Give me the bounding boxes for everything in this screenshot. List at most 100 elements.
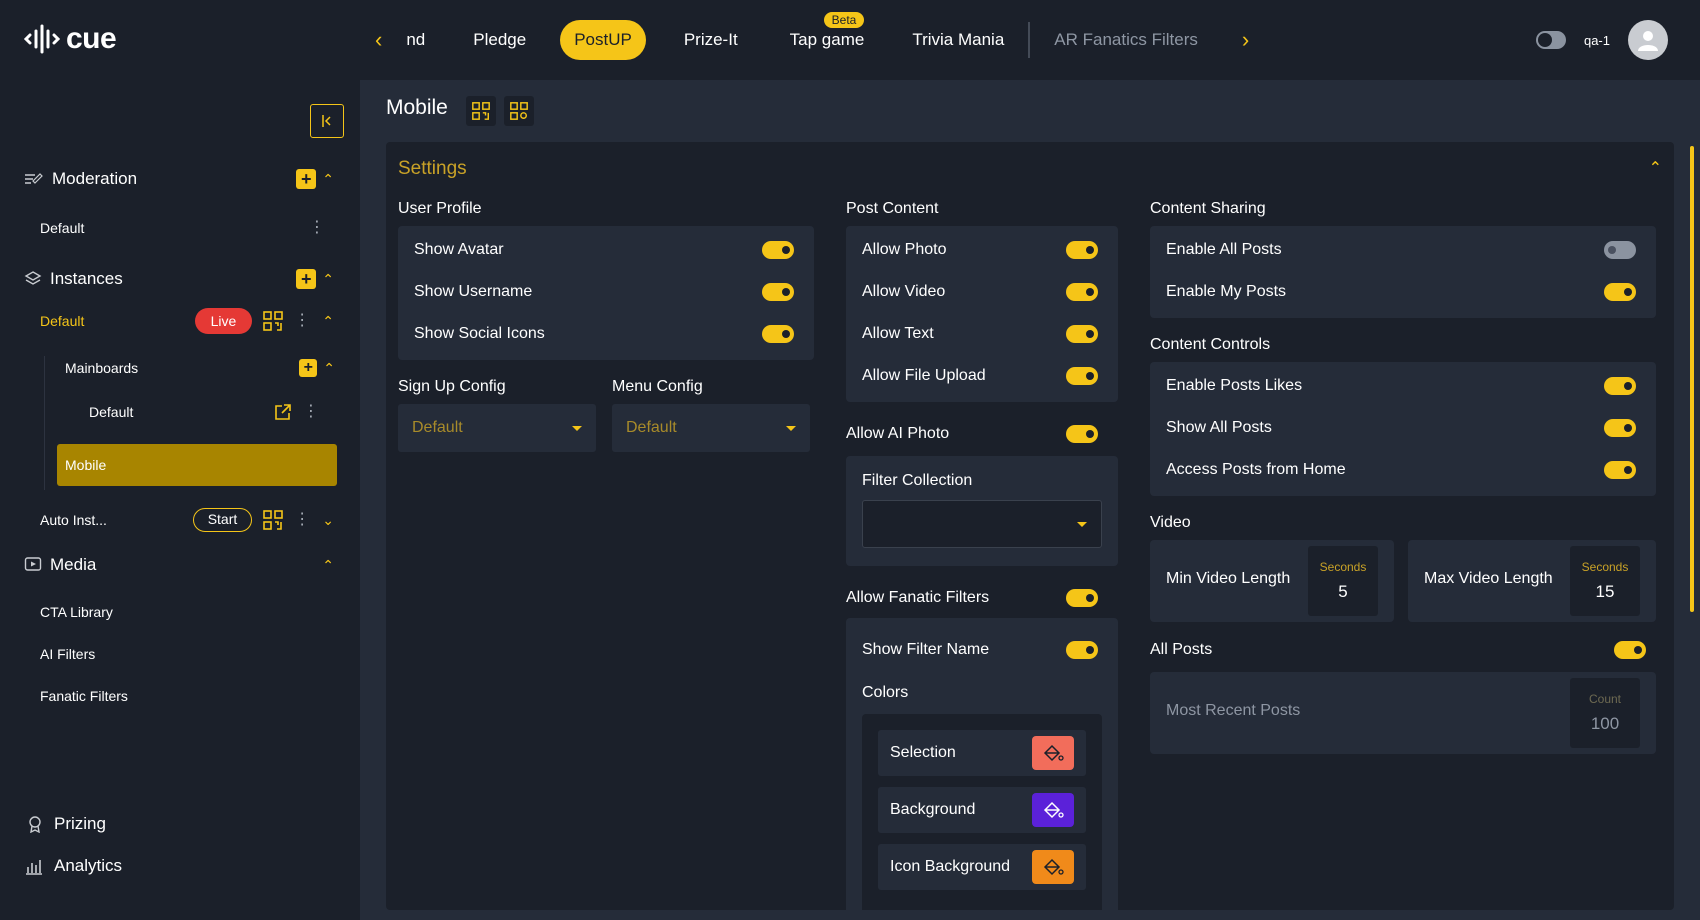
background-color-swatch[interactable] — [1032, 793, 1074, 827]
tab-nd[interactable]: nd — [392, 20, 439, 60]
tab-ar-fanatics-filters[interactable]: AR Fanatics Filters — [1040, 20, 1212, 60]
menu-config-select[interactable]: Default — [612, 404, 810, 452]
qr-code-icon[interactable] — [262, 509, 284, 531]
scrollbar[interactable] — [1690, 146, 1694, 612]
allow-photo-row: Allow Photo — [862, 238, 1098, 262]
external-link-icon[interactable] — [273, 402, 293, 422]
logo[interactable]: cue — [24, 22, 117, 56]
most-recent-posts-input[interactable]: Count 100 — [1570, 678, 1640, 748]
enable-my-posts-row: Enable My Posts — [1166, 280, 1636, 304]
sidebar-item-ai-filters[interactable]: AI Filters — [40, 646, 95, 662]
filter-collection-select[interactable] — [862, 500, 1102, 548]
user-profile-label: User Profile — [398, 200, 482, 217]
tab-pledge[interactable]: Pledge — [459, 20, 540, 60]
show-all-posts-label: Show All Posts — [1166, 419, 1272, 436]
main-content: Mobile Settings ⌃ User Profile Show Avat… — [360, 80, 1700, 920]
chevron-up-icon[interactable]: ⌃ — [322, 313, 334, 330]
show-avatar-toggle[interactable] — [762, 241, 794, 259]
all-posts-row: All Posts — [1150, 638, 1656, 662]
allow-text-toggle[interactable] — [1066, 325, 1098, 343]
sidebar-item-instances[interactable]: Instances + ⌃ — [24, 269, 334, 289]
theme-toggle-icon[interactable] — [1535, 31, 1566, 49]
sidebar-item-mainboard-default[interactable]: Default ⋮ — [89, 402, 319, 422]
qr-code-icon[interactable] — [262, 310, 284, 332]
tab-tap-game-label: Tap game — [789, 30, 865, 49]
colors-label: Colors — [862, 684, 909, 701]
collapse-sidebar-button[interactable] — [310, 104, 344, 138]
sidebar-item-cta-library[interactable]: CTA Library — [40, 604, 113, 620]
chevron-up-icon[interactable]: ⌃ — [322, 171, 334, 188]
count-unit: Count — [1588, 692, 1622, 706]
sidebar-item-moderation[interactable]: Moderation + ⌃ — [24, 169, 334, 189]
color-icon-background-label: Icon Background — [890, 858, 1011, 875]
access-posts-from-home-toggle[interactable] — [1604, 461, 1636, 479]
show-username-toggle[interactable] — [762, 283, 794, 301]
tabs-prev-icon[interactable]: ‹ — [365, 20, 392, 60]
chevron-up-icon[interactable]: ⌃ — [1649, 158, 1662, 178]
tab-prize-it[interactable]: Prize-It — [670, 20, 752, 60]
chevron-up-icon[interactable]: ⌃ — [323, 360, 335, 377]
max-video-length-input[interactable]: Seconds 15 — [1570, 546, 1640, 616]
sidebar-item-auto-instance[interactable]: Auto Inst... Start ⋮ ⌄ — [40, 508, 334, 532]
enable-all-posts-toggle[interactable] — [1604, 241, 1636, 259]
caret-down-icon — [1077, 521, 1087, 527]
selection-color-swatch[interactable] — [1032, 736, 1074, 770]
tab-trivia-mania[interactable]: Trivia Mania — [898, 20, 1018, 60]
more-vertical-icon[interactable]: ⋮ — [294, 313, 310, 329]
sidebar-item-analytics[interactable]: Analytics — [24, 856, 122, 876]
tree-line — [44, 356, 45, 490]
sidebar-item-mainboards[interactable]: Mainboards + ⌃ — [65, 359, 335, 377]
menu-config-value: Default — [626, 419, 677, 436]
show-filter-name-toggle[interactable] — [1066, 641, 1098, 659]
min-video-length-input[interactable]: Seconds 5 — [1308, 546, 1378, 616]
chevron-up-icon[interactable]: ⌃ — [322, 271, 334, 288]
show-avatar-row: Show Avatar — [414, 238, 794, 262]
sidebar-item-instance-default[interactable]: Default Live ⋮ ⌃ — [40, 308, 334, 334]
post-content-card: Allow Photo Allow Video Allow Text Allow… — [846, 226, 1118, 402]
allow-fanatic-filters-toggle[interactable] — [1066, 589, 1098, 607]
sidebar-item-media[interactable]: Media ⌃ — [24, 555, 334, 575]
sidebar: Moderation + ⌃ Default ⋮ Instances + ⌃ D… — [0, 80, 360, 920]
start-button[interactable]: Start — [192, 508, 253, 532]
sidebar-item-fanatic-filters[interactable]: Fanatic Filters — [40, 688, 128, 704]
sidebar-item-prizing[interactable]: Prizing — [26, 814, 106, 834]
max-video-length-card: Max Video Length Seconds 15 — [1408, 540, 1656, 622]
tab-tap-game[interactable]: Tap game Beta — [776, 12, 879, 60]
allow-video-toggle[interactable] — [1066, 283, 1098, 301]
sidebar-item-mobile[interactable]: Mobile — [57, 444, 337, 486]
auto-instance-label: Auto Inst... — [40, 512, 107, 528]
show-social-icons-toggle[interactable] — [762, 325, 794, 343]
add-mainboard-button[interactable]: + — [299, 359, 318, 377]
tab-postup[interactable]: PostUP — [560, 20, 646, 60]
color-row-background: Background — [878, 787, 1086, 833]
show-all-posts-toggle[interactable] — [1604, 419, 1636, 437]
fanatic-filters-card: Show Filter Name Colors Selection Backgr… — [846, 618, 1118, 910]
more-vertical-icon[interactable]: ⋮ — [303, 404, 319, 420]
add-moderation-button[interactable]: + — [296, 169, 317, 189]
content-sharing-card: Enable All Posts Enable My Posts — [1150, 226, 1656, 318]
sidebar-item-moderation-default[interactable]: Default ⋮ — [40, 220, 325, 237]
mainboards-label: Mainboards — [65, 360, 139, 376]
qr-code-alt-button[interactable] — [504, 96, 534, 126]
qr-code-button[interactable] — [466, 96, 496, 126]
allow-ai-photo-toggle[interactable] — [1066, 425, 1098, 443]
show-all-posts-row: Show All Posts — [1166, 416, 1636, 440]
tabs-next-icon[interactable]: › — [1232, 20, 1259, 60]
enable-my-posts-toggle[interactable] — [1604, 283, 1636, 301]
chevron-down-icon[interactable]: ⌄ — [322, 512, 334, 529]
seconds-unit: Seconds — [1581, 560, 1629, 574]
chevron-up-icon[interactable]: ⌃ — [322, 557, 334, 574]
enable-posts-likes-toggle[interactable] — [1604, 377, 1636, 395]
color-background-label: Background — [890, 801, 976, 818]
sign-up-config-select[interactable]: Default — [398, 404, 596, 452]
allow-photo-toggle[interactable] — [1066, 241, 1098, 259]
add-instance-button[interactable]: + — [296, 269, 317, 289]
all-posts-toggle[interactable] — [1614, 641, 1646, 659]
allow-file-upload-toggle[interactable] — [1066, 367, 1098, 385]
content-controls-label: Content Controls — [1150, 336, 1271, 353]
more-vertical-icon[interactable]: ⋮ — [294, 512, 310, 528]
avatar[interactable] — [1628, 20, 1668, 60]
more-vertical-icon[interactable]: ⋮ — [309, 220, 325, 236]
allow-video-row: Allow Video — [862, 280, 1098, 304]
icon-background-color-swatch[interactable] — [1032, 850, 1074, 884]
